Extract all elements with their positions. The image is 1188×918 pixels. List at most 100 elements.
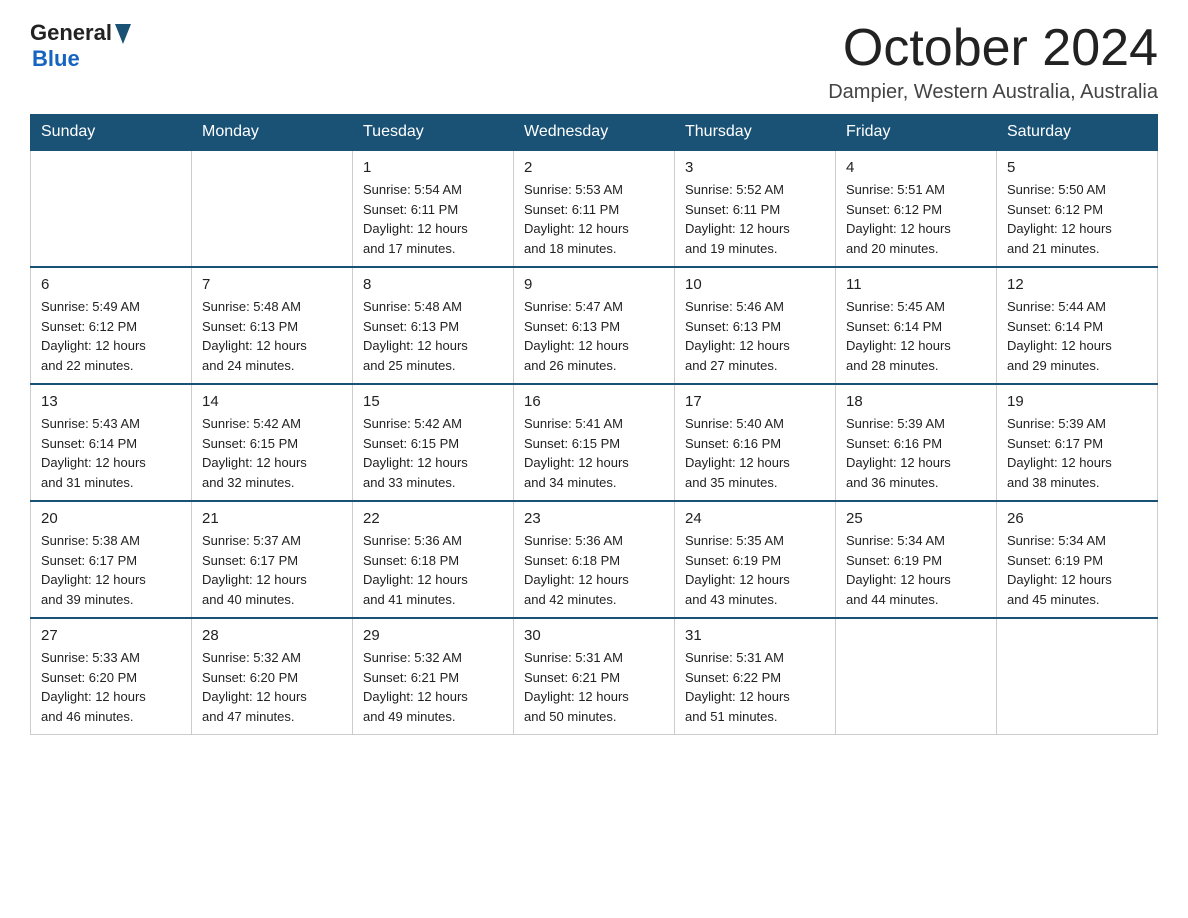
day-number: 17	[685, 393, 825, 410]
location-subtitle: Dampier, Western Australia, Australia	[828, 81, 1158, 104]
day-number: 12	[1007, 276, 1147, 293]
calendar-cell: 10 Sunrise: 5:46 AM Sunset: 6:13 PM Dayli…	[675, 267, 836, 384]
day-info: Sunrise: 5:33 AM Sunset: 6:20 PM Dayligh…	[41, 648, 181, 726]
calendar-week-row: 27 Sunrise: 5:33 AM Sunset: 6:20 PM Dayli…	[31, 618, 1158, 735]
day-info: Sunrise: 5:39 AM Sunset: 6:16 PM Dayligh…	[846, 414, 986, 492]
day-number: 31	[685, 627, 825, 644]
day-info: Sunrise: 5:51 AM Sunset: 6:12 PM Dayligh…	[846, 180, 986, 258]
calendar-cell: 13 Sunrise: 5:43 AM Sunset: 6:14 PM Dayli…	[31, 384, 192, 501]
day-number: 25	[846, 510, 986, 527]
day-number: 4	[846, 159, 986, 176]
day-info: Sunrise: 5:45 AM Sunset: 6:14 PM Dayligh…	[846, 297, 986, 375]
day-number: 2	[524, 159, 664, 176]
calendar-cell: 21Sunrise: 5:37 AM Sunset: 6:17 PM Dayli…	[192, 501, 353, 618]
calendar-cell: 19 Sunrise: 5:39 AM Sunset: 6:17 PM Dayli…	[997, 384, 1158, 501]
day-info: Sunrise: 5:48 AM Sunset: 6:13 PM Dayligh…	[363, 297, 503, 375]
day-info: Sunrise: 5:32 AM Sunset: 6:21 PM Dayligh…	[363, 648, 503, 726]
column-header-monday: Monday	[192, 115, 353, 151]
day-info: Sunrise: 5:36 AM Sunset: 6:18 PM Dayligh…	[524, 531, 664, 609]
calendar-cell: 25 Sunrise: 5:34 AM Sunset: 6:19 PM Dayli…	[836, 501, 997, 618]
day-number: 18	[846, 393, 986, 410]
day-info: Sunrise: 5:54 AM Sunset: 6:11 PM Dayligh…	[363, 180, 503, 258]
calendar-cell: 20 Sunrise: 5:38 AM Sunset: 6:17 PM Dayli…	[31, 501, 192, 618]
month-title: October 2024	[828, 20, 1158, 77]
day-number: 13	[41, 393, 181, 410]
calendar-cell	[836, 618, 997, 735]
calendar-cell: 14 Sunrise: 5:42 AM Sunset: 6:15 PM Dayli…	[192, 384, 353, 501]
calendar-cell: 7Sunrise: 5:48 AM Sunset: 6:13 PM Daylig…	[192, 267, 353, 384]
day-info: Sunrise: 5:50 AM Sunset: 6:12 PM Dayligh…	[1007, 180, 1147, 258]
title-area: October 2024 Dampier, Western Australia,…	[828, 20, 1158, 104]
logo-blue-text: Blue	[32, 46, 80, 71]
calendar-week-row: 6 Sunrise: 5:49 AM Sunset: 6:12 PM Daylig…	[31, 267, 1158, 384]
day-info: Sunrise: 5:43 AM Sunset: 6:14 PM Dayligh…	[41, 414, 181, 492]
day-number: 3	[685, 159, 825, 176]
day-number: 5	[1007, 159, 1147, 176]
day-number: 28	[202, 627, 342, 644]
calendar-cell: 17 Sunrise: 5:40 AM Sunset: 6:16 PM Dayli…	[675, 384, 836, 501]
calendar-cell: 6 Sunrise: 5:49 AM Sunset: 6:12 PM Daylig…	[31, 267, 192, 384]
day-number: 29	[363, 627, 503, 644]
day-number: 30	[524, 627, 664, 644]
day-info: Sunrise: 5:31 AM Sunset: 6:22 PM Dayligh…	[685, 648, 825, 726]
day-number: 15	[363, 393, 503, 410]
calendar-cell: 8 Sunrise: 5:48 AM Sunset: 6:13 PM Daylig…	[353, 267, 514, 384]
day-info: Sunrise: 5:40 AM Sunset: 6:16 PM Dayligh…	[685, 414, 825, 492]
day-number: 11	[846, 276, 986, 293]
day-number: 23	[524, 510, 664, 527]
day-info: Sunrise: 5:34 AM Sunset: 6:19 PM Dayligh…	[846, 531, 986, 609]
calendar-cell: 24Sunrise: 5:35 AM Sunset: 6:19 PM Dayli…	[675, 501, 836, 618]
column-header-thursday: Thursday	[675, 115, 836, 151]
column-header-sunday: Sunday	[31, 115, 192, 151]
day-info: Sunrise: 5:42 AM Sunset: 6:15 PM Dayligh…	[363, 414, 503, 492]
day-info: Sunrise: 5:48 AM Sunset: 6:13 PM Dayligh…	[202, 297, 342, 375]
calendar-cell: 31 Sunrise: 5:31 AM Sunset: 6:22 PM Dayli…	[675, 618, 836, 735]
day-number: 16	[524, 393, 664, 410]
day-number: 1	[363, 159, 503, 176]
day-info: Sunrise: 5:39 AM Sunset: 6:17 PM Dayligh…	[1007, 414, 1147, 492]
day-number: 21	[202, 510, 342, 527]
calendar-cell: 16 Sunrise: 5:41 AM Sunset: 6:15 PM Dayli…	[514, 384, 675, 501]
day-info: Sunrise: 5:38 AM Sunset: 6:17 PM Dayligh…	[41, 531, 181, 609]
day-number: 20	[41, 510, 181, 527]
calendar-cell: 9 Sunrise: 5:47 AM Sunset: 6:13 PM Daylig…	[514, 267, 675, 384]
calendar-cell: 27 Sunrise: 5:33 AM Sunset: 6:20 PM Dayli…	[31, 618, 192, 735]
calendar-cell: 12Sunrise: 5:44 AM Sunset: 6:14 PM Dayli…	[997, 267, 1158, 384]
day-number: 14	[202, 393, 342, 410]
calendar-table: SundayMondayTuesdayWednesdayThursdayFrid…	[30, 114, 1158, 735]
day-info: Sunrise: 5:42 AM Sunset: 6:15 PM Dayligh…	[202, 414, 342, 492]
calendar-cell: 1 Sunrise: 5:54 AM Sunset: 6:11 PM Daylig…	[353, 150, 514, 267]
day-info: Sunrise: 5:47 AM Sunset: 6:13 PM Dayligh…	[524, 297, 664, 375]
day-info: Sunrise: 5:31 AM Sunset: 6:21 PM Dayligh…	[524, 648, 664, 726]
logo: General Blue	[30, 20, 131, 72]
calendar-cell: 23 Sunrise: 5:36 AM Sunset: 6:18 PM Dayli…	[514, 501, 675, 618]
calendar-cell: 3 Sunrise: 5:52 AM Sunset: 6:11 PM Daylig…	[675, 150, 836, 267]
day-number: 27	[41, 627, 181, 644]
day-number: 26	[1007, 510, 1147, 527]
day-number: 19	[1007, 393, 1147, 410]
day-number: 9	[524, 276, 664, 293]
day-info: Sunrise: 5:53 AM Sunset: 6:11 PM Dayligh…	[524, 180, 664, 258]
day-info: Sunrise: 5:41 AM Sunset: 6:15 PM Dayligh…	[524, 414, 664, 492]
column-header-tuesday: Tuesday	[353, 115, 514, 151]
calendar-cell: 2 Sunrise: 5:53 AM Sunset: 6:11 PM Daylig…	[514, 150, 675, 267]
calendar-cell: 22Sunrise: 5:36 AM Sunset: 6:18 PM Dayli…	[353, 501, 514, 618]
day-number: 24	[685, 510, 825, 527]
day-info: Sunrise: 5:46 AM Sunset: 6:13 PM Dayligh…	[685, 297, 825, 375]
calendar-cell: 29 Sunrise: 5:32 AM Sunset: 6:21 PM Dayli…	[353, 618, 514, 735]
day-number: 10	[685, 276, 825, 293]
calendar-cell	[31, 150, 192, 267]
day-info: Sunrise: 5:32 AM Sunset: 6:20 PM Dayligh…	[202, 648, 342, 726]
calendar-cell: 5 Sunrise: 5:50 AM Sunset: 6:12 PM Daylig…	[997, 150, 1158, 267]
calendar-header-row: SundayMondayTuesdayWednesdayThursdayFrid…	[31, 115, 1158, 151]
day-info: Sunrise: 5:34 AM Sunset: 6:19 PM Dayligh…	[1007, 531, 1147, 609]
day-info: Sunrise: 5:52 AM Sunset: 6:11 PM Dayligh…	[685, 180, 825, 258]
day-number: 6	[41, 276, 181, 293]
calendar-cell: 26 Sunrise: 5:34 AM Sunset: 6:19 PM Dayli…	[997, 501, 1158, 618]
day-number: 8	[363, 276, 503, 293]
calendar-cell: 4 Sunrise: 5:51 AM Sunset: 6:12 PM Daylig…	[836, 150, 997, 267]
day-info: Sunrise: 5:49 AM Sunset: 6:12 PM Dayligh…	[41, 297, 181, 375]
calendar-cell: 30 Sunrise: 5:31 AM Sunset: 6:21 PM Dayli…	[514, 618, 675, 735]
page-header: General Blue October 2024 Dampier, Weste…	[30, 20, 1158, 104]
column-header-friday: Friday	[836, 115, 997, 151]
